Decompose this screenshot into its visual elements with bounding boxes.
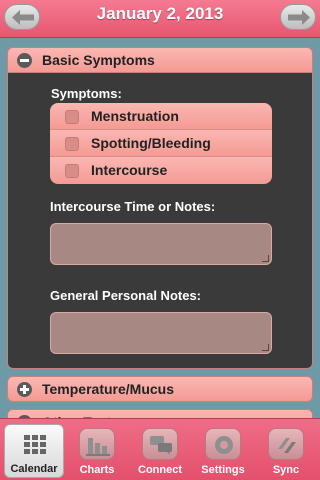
tab-bar: Calendar Charts Connect Settings Sync (0, 418, 320, 480)
intercourse-notes-label: Intercourse Time or Notes: (50, 199, 216, 214)
symptoms-label: Symptoms: (51, 86, 122, 101)
resize-grip-icon[interactable] (262, 255, 269, 262)
resize-grip-icon[interactable] (262, 344, 269, 351)
date-title: January 2, 2013 (96, 4, 224, 23)
checkbox-icon[interactable] (65, 164, 79, 178)
tab-sync[interactable]: Sync (256, 424, 316, 478)
symptom-label: Menstruation (91, 108, 179, 124)
gear-icon (205, 428, 241, 460)
section-temperature-label: Temperature/Mucus (42, 381, 174, 397)
tab-label: Sync (272, 464, 300, 476)
personal-notes-field[interactable] (50, 312, 272, 354)
collapse-icon (17, 53, 32, 68)
next-day-button[interactable] (280, 4, 316, 30)
section-basic-symptoms-label: Basic Symptoms (42, 52, 155, 68)
right-arrow-icon (288, 10, 310, 25)
symptoms-checklist: Menstruation Spotting/Bleeding Intercour… (50, 103, 272, 184)
tab-label: Settings (201, 464, 245, 476)
personal-notes-label: General Personal Notes: (50, 288, 201, 303)
section-basic-symptoms[interactable]: Basic Symptoms (7, 47, 313, 73)
symptom-menstruation[interactable]: Menstruation (50, 103, 272, 130)
tab-label: Connect (138, 464, 182, 476)
symptom-spotting[interactable]: Spotting/Bleeding (50, 130, 272, 157)
intercourse-notes-field[interactable] (50, 223, 272, 265)
chat-bubbles-icon (142, 428, 178, 460)
symptom-label: Spotting/Bleeding (91, 135, 211, 151)
sync-icon (268, 428, 304, 460)
calendar-grid-icon (17, 429, 53, 461)
header-bar: January 2, 2013 (0, 0, 320, 38)
symptom-label: Intercourse (91, 162, 168, 178)
symptom-intercourse[interactable]: Intercourse (50, 157, 272, 184)
checkbox-icon[interactable] (65, 110, 79, 124)
bar-chart-icon (79, 428, 115, 460)
tab-charts[interactable]: Charts (67, 424, 127, 478)
tab-connect[interactable]: Connect (130, 424, 190, 478)
tab-settings[interactable]: Settings (193, 424, 253, 478)
tab-label: Charts (79, 464, 115, 476)
tab-calendar[interactable]: Calendar (4, 424, 64, 478)
section-temperature-mucus[interactable]: Temperature/Mucus (7, 376, 313, 402)
checkbox-icon[interactable] (65, 137, 79, 151)
tab-label: Calendar (10, 463, 58, 475)
expand-icon (17, 382, 32, 397)
